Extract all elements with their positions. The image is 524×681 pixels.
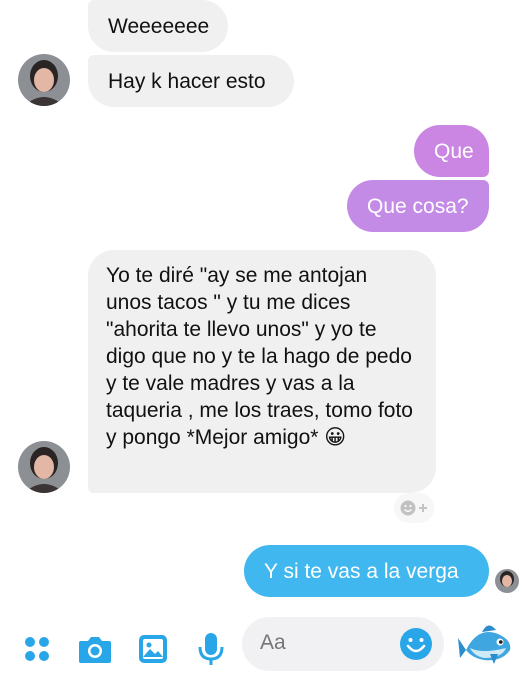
message-text: Weeeeeee bbox=[108, 14, 210, 38]
contact-avatar[interactable] bbox=[18, 441, 70, 493]
menu-dots-icon bbox=[25, 637, 49, 661]
add-reaction-icon bbox=[400, 500, 427, 516]
fish-emoji-icon bbox=[458, 625, 511, 664]
gallery-button[interactable] bbox=[134, 630, 172, 668]
add-reaction-button[interactable] bbox=[394, 493, 434, 523]
emoji-button[interactable] bbox=[398, 626, 434, 662]
camera-button[interactable] bbox=[76, 630, 114, 668]
message-text: Hay k hacer esto bbox=[108, 69, 266, 93]
message-text: Que bbox=[434, 139, 474, 163]
emoji-icon bbox=[400, 628, 432, 660]
message-text: Yo te diré "ay se me antojan unos tacos … bbox=[106, 264, 413, 449]
camera-icon bbox=[79, 637, 111, 663]
incoming-message-bubble[interactable]: Hay k hacer esto bbox=[88, 55, 294, 107]
incoming-message-bubble[interactable]: Yo te diré "ay se me antojan unos tacos … bbox=[88, 250, 436, 493]
more-actions-button[interactable] bbox=[18, 630, 56, 668]
outgoing-message-bubble[interactable]: Que cosa? bbox=[347, 180, 489, 232]
outgoing-message-bubble[interactable]: Que bbox=[414, 125, 489, 177]
voice-message-button[interactable] bbox=[192, 630, 230, 668]
message-text: Y si te vas a la verga bbox=[264, 559, 459, 583]
outgoing-message-bubble[interactable]: Y si te vas a la verga bbox=[244, 545, 489, 597]
seen-receipt-avatar bbox=[495, 569, 519, 593]
contact-avatar[interactable] bbox=[18, 54, 70, 106]
microphone-icon bbox=[198, 633, 224, 665]
incoming-message-bubble[interactable]: Weeeeeee bbox=[88, 0, 228, 52]
message-input[interactable] bbox=[260, 631, 380, 655]
message-input-container[interactable] bbox=[242, 617, 444, 671]
send-fish-emoji-button[interactable] bbox=[458, 614, 516, 672]
message-text: Que cosa? bbox=[367, 194, 469, 218]
gallery-icon bbox=[139, 635, 167, 663]
conversation-thread: Weeeeeee Hay k hacer esto Que Que cosa? … bbox=[0, 0, 524, 612]
